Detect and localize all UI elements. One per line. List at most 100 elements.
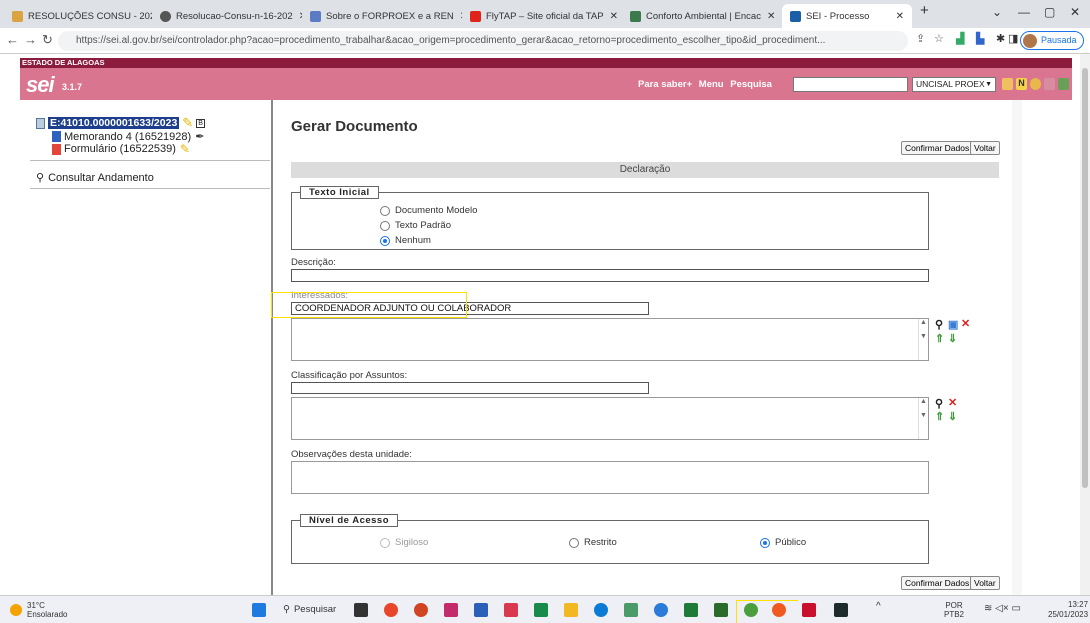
chrome-icon[interactable] <box>384 603 398 617</box>
search-icon[interactable]: ⚲ <box>935 397 943 410</box>
language-indicator[interactable]: POR PTB2 <box>944 601 964 619</box>
close-icon[interactable]: ✕ <box>604 11 618 22</box>
task-view-icon[interactable] <box>354 603 368 617</box>
remove-icon[interactable]: ✕ <box>948 396 957 409</box>
share-icon[interactable]: ⇪ <box>916 32 925 45</box>
new-tab-icon[interactable]: + <box>920 2 929 19</box>
page-scrollbar[interactable] <box>1080 54 1090 595</box>
move-down-icon[interactable]: ⇓ <box>948 332 957 345</box>
browser-tab[interactable]: RESOLUÇÕES CONSU - 202✕ <box>4 4 152 28</box>
maximize-icon[interactable]: ▢ <box>1044 5 1055 19</box>
scroll-thumb[interactable] <box>1082 68 1088 488</box>
wifi-sound-battery-icon[interactable]: ≋ ◁× ▭ <box>984 603 1021 614</box>
radio-circle[interactable] <box>569 537 579 548</box>
lock-icon[interactable]: B <box>196 118 205 128</box>
confirm-button-bottom[interactable]: Confirmar Dados <box>901 576 974 590</box>
close-icon[interactable]: ✕ <box>890 11 904 22</box>
close-icon[interactable]: ✕ <box>454 11 462 22</box>
browser-tab[interactable]: Resolucao-Consu-n-16-202✕ <box>152 4 302 28</box>
browser-tab[interactable]: FlyTAP – Site oficial da TAP ✕ <box>462 4 622 28</box>
inner-scrollbar[interactable] <box>1012 100 1022 595</box>
close-icon[interactable]: ✕ <box>293 11 302 22</box>
excel-icon[interactable] <box>684 603 698 617</box>
classificacao-list[interactable]: ▲ ▼ <box>291 397 929 440</box>
edge-icon[interactable] <box>594 603 608 617</box>
radio-circle[interactable] <box>380 537 390 548</box>
remove-icon[interactable]: ✕ <box>961 317 970 330</box>
user-icon[interactable] <box>1030 78 1041 90</box>
edit-contact-icon[interactable]: ▣ <box>948 318 958 331</box>
radio-sigiloso[interactable]: Sigiloso <box>380 537 428 548</box>
grid-icon[interactable] <box>1002 78 1013 90</box>
app-icon[interactable] <box>534 603 548 617</box>
app-icon[interactable] <box>504 603 518 617</box>
app-icon[interactable] <box>654 603 668 617</box>
radio-texto-padrao[interactable]: Texto Padrão <box>380 220 451 231</box>
back-button-bottom[interactable]: Voltar <box>970 576 1000 590</box>
url-field[interactable]: https://sei.al.gov.br/sei/controlador.ph… <box>58 31 908 51</box>
back-button[interactable]: Voltar <box>970 141 1000 155</box>
move-up-icon[interactable]: ⇑ <box>935 332 944 345</box>
system-tray[interactable]: ^ POR PTB2 ≋ ◁× ▭ <box>876 601 1021 619</box>
app-icon[interactable] <box>834 603 848 617</box>
minimize-icon[interactable]: — <box>1018 5 1030 19</box>
clock[interactable]: 13:27 25/01/2023 <box>1048 600 1088 620</box>
list-scrollbar[interactable]: ▲ ▼ <box>918 398 928 439</box>
radio-circle[interactable] <box>380 220 390 231</box>
search-icon[interactable]: ⚲ <box>935 318 943 331</box>
taskbar-search[interactable]: ⚲ Pesquisar <box>283 601 343 619</box>
app-icon[interactable] <box>714 603 728 617</box>
link-pesquisa[interactable]: Pesquisa <box>730 79 772 90</box>
reload-icon[interactable]: ↻ <box>42 32 53 48</box>
close-icon[interactable]: ✕ <box>761 11 775 22</box>
chevron-down-icon[interactable]: ⌄ <box>992 5 1002 19</box>
descricao-input[interactable] <box>291 269 929 282</box>
tools-icon[interactable] <box>1044 78 1055 90</box>
sign-pen-icon[interactable]: ✒ <box>195 130 204 143</box>
weather-widget[interactable]: 31°C Ensolarado <box>10 601 67 619</box>
confirm-button[interactable]: Confirmar Dados <box>901 141 974 155</box>
process-node[interactable]: E:41010.0000001633/2023 ✎ B <box>36 115 205 131</box>
chevron-up-icon[interactable]: ^ <box>876 601 881 612</box>
app-icon[interactable] <box>444 603 458 617</box>
app-icon[interactable] <box>624 603 638 617</box>
pencil-icon[interactable]: ✎ <box>182 115 193 131</box>
extension-icon[interactable]: ▟ <box>956 32 964 45</box>
tree-doc-item[interactable]: Formulário (16522539) ✎ <box>52 142 190 156</box>
close-window-icon[interactable]: ✕ <box>1070 5 1080 19</box>
consult-label[interactable]: Consultar Andamento <box>48 172 154 184</box>
search-input[interactable] <box>793 77 908 92</box>
app-icon[interactable] <box>802 603 816 617</box>
puzzle-icon[interactable]: ✱ <box>996 32 1005 45</box>
radio-nenhum[interactable]: Nenhum <box>380 235 431 246</box>
pencil-icon[interactable]: ✎ <box>180 142 190 156</box>
link-menu[interactable]: Menu <box>699 79 724 90</box>
unit-select[interactable]: UNCISAL PROEX ▼ <box>912 77 996 92</box>
exit-icon[interactable] <box>1058 78 1069 90</box>
windows-start-icon[interactable] <box>252 603 266 617</box>
link-para-saber[interactable]: Para saber+ <box>638 79 692 90</box>
sei-logo[interactable]: sei <box>26 72 55 98</box>
browser-tab[interactable]: Sobre o FORPROEX e a REN✕ <box>302 4 462 28</box>
classificacao-input[interactable] <box>291 382 649 394</box>
radio-documento-modelo[interactable]: Documento Modelo <box>380 205 477 216</box>
back-arrow-icon[interactable]: ← <box>6 32 19 47</box>
consultar-andamento-link[interactable]: ⚲ Consultar Andamento <box>36 171 154 185</box>
radio-publico[interactable]: Público <box>760 537 806 548</box>
sidepanel-icon[interactable]: ◨ <box>1008 32 1018 45</box>
move-down-icon[interactable]: ⇓ <box>948 410 957 423</box>
radio-circle[interactable] <box>380 205 390 216</box>
radio-circle[interactable] <box>380 235 390 246</box>
process-number[interactable]: E:41010.0000001633/2023 <box>48 117 180 129</box>
forward-arrow-icon[interactable]: → <box>24 32 37 47</box>
profile-button[interactable]: Pausada <box>1020 31 1084 50</box>
tree-doc-label[interactable]: Formulário (16522539) <box>64 143 176 155</box>
notes-icon[interactable]: N <box>1016 78 1027 90</box>
radio-restrito[interactable]: Restrito <box>569 537 617 548</box>
browser-tab[interactable]: Conforto Ambiental | Encac ✕ <box>622 4 782 28</box>
extension-icon[interactable]: ▙ <box>976 32 984 45</box>
star-icon[interactable]: ☆ <box>934 32 944 45</box>
interessados-list[interactable]: ▲ ▼ <box>291 318 929 361</box>
observacoes-textarea[interactable] <box>291 461 929 494</box>
move-up-icon[interactable]: ⇑ <box>935 410 944 423</box>
